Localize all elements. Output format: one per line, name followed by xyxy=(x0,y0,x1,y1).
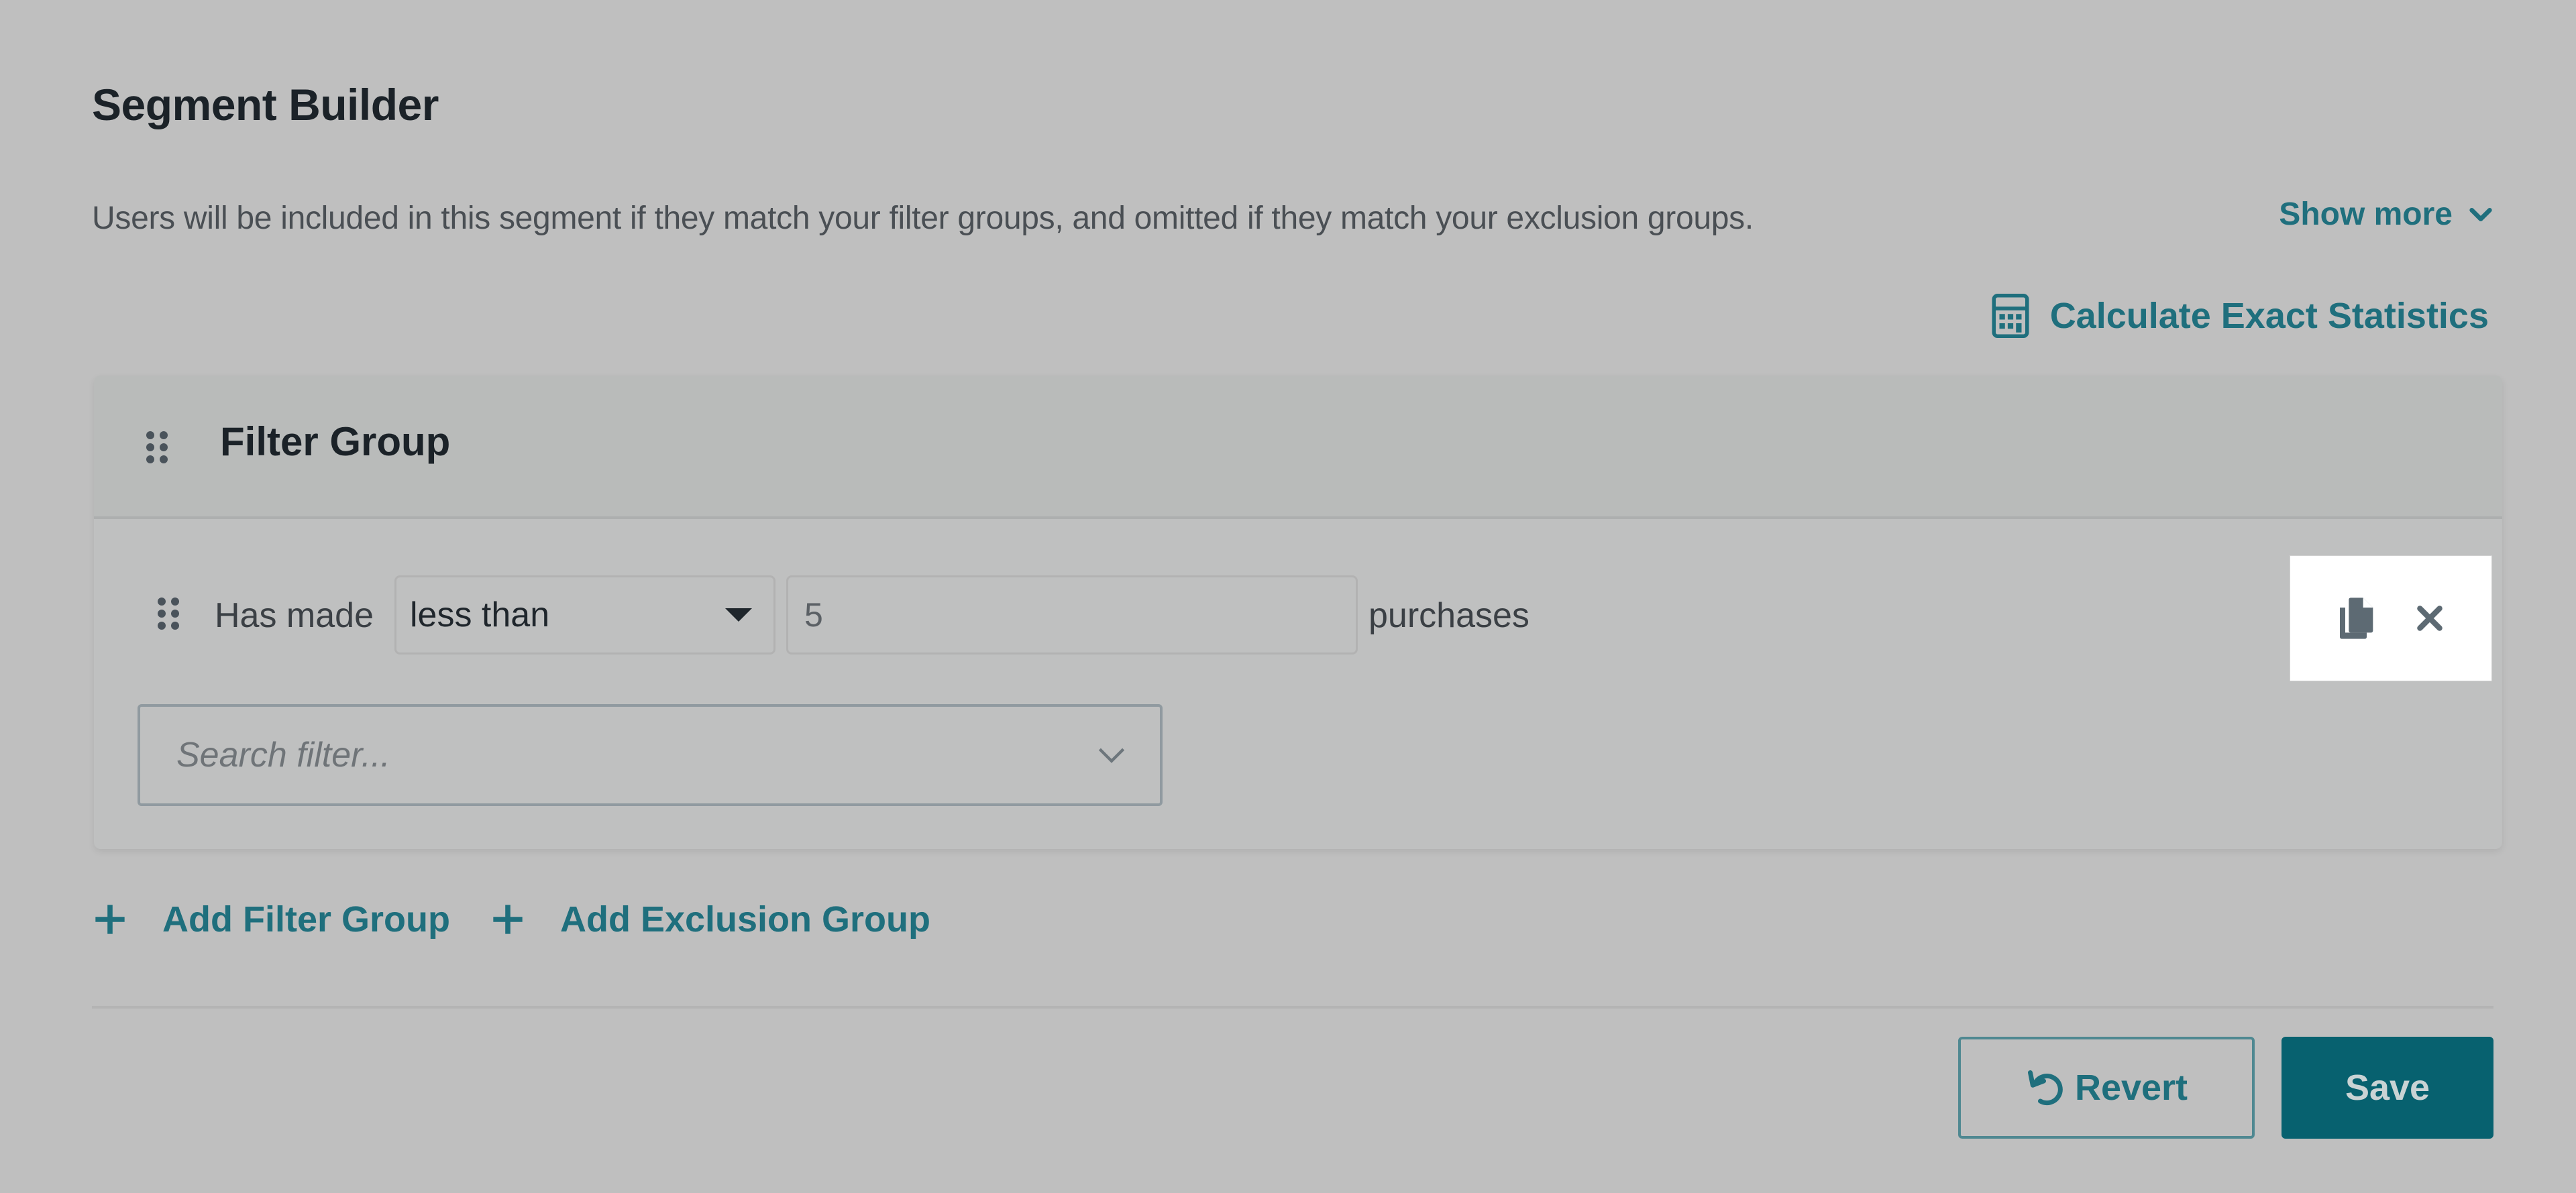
page-title: Segment Builder xyxy=(92,80,439,129)
operator-value: less than xyxy=(410,595,550,634)
add-filter-group-button[interactable]: Add Filter Group xyxy=(93,899,450,940)
copy-icon[interactable] xyxy=(2337,597,2375,640)
plus-icon xyxy=(493,905,523,934)
drag-handle-icon[interactable] xyxy=(158,598,179,630)
filter-group-title: Filter Group xyxy=(220,419,451,464)
add-filter-group-label: Add Filter Group xyxy=(162,899,450,940)
segment-builder-page: Segment Builder Users will be included i… xyxy=(0,0,2576,1193)
search-filter-placeholder: Search filter... xyxy=(176,736,390,775)
save-button[interactable]: Save xyxy=(2282,1037,2493,1139)
chevron-down-icon xyxy=(1098,748,1125,763)
add-exclusion-group-button[interactable]: Add Exclusion Group xyxy=(490,899,930,940)
drag-handle-icon[interactable] xyxy=(146,431,168,463)
calculate-exact-statistics-button[interactable]: Calculate Exact Statistics xyxy=(1991,294,2489,338)
operator-select[interactable]: less than xyxy=(394,575,775,655)
show-more-label: Show more xyxy=(2279,196,2453,232)
footer-divider xyxy=(92,1006,2493,1009)
close-icon[interactable] xyxy=(2415,604,2445,633)
filter-group-header: Filter Group xyxy=(94,376,2502,519)
filter-group: Filter Group Has made less than 5 purcha… xyxy=(94,376,2502,849)
plus-icon xyxy=(95,905,125,934)
add-group-links: Add Filter Group Add Exclusion Group xyxy=(93,899,930,940)
revert-button[interactable]: Revert xyxy=(1958,1037,2255,1139)
calculator-icon xyxy=(1992,294,2029,338)
filter-condition-row: Has made less than 5 purchases xyxy=(94,575,2502,659)
calculate-label: Calculate Exact Statistics xyxy=(2049,296,2489,336)
condition-prefix: Has made xyxy=(215,596,374,635)
caret-down-icon xyxy=(725,608,752,622)
show-more-button[interactable]: Show more xyxy=(2279,196,2494,233)
condition-actions xyxy=(2290,555,2492,681)
condition-suffix: purchases xyxy=(1368,596,1529,635)
search-filter-select[interactable]: Search filter... xyxy=(138,704,1163,806)
add-exclusion-group-label: Add Exclusion Group xyxy=(559,899,930,940)
chevron-down-icon xyxy=(2469,207,2492,221)
page-description: Users will be included in this segment i… xyxy=(92,201,1754,236)
revert-label: Revert xyxy=(2074,1068,2188,1108)
undo-icon xyxy=(2027,1070,2063,1106)
value-input[interactable]: 5 xyxy=(786,575,1358,655)
